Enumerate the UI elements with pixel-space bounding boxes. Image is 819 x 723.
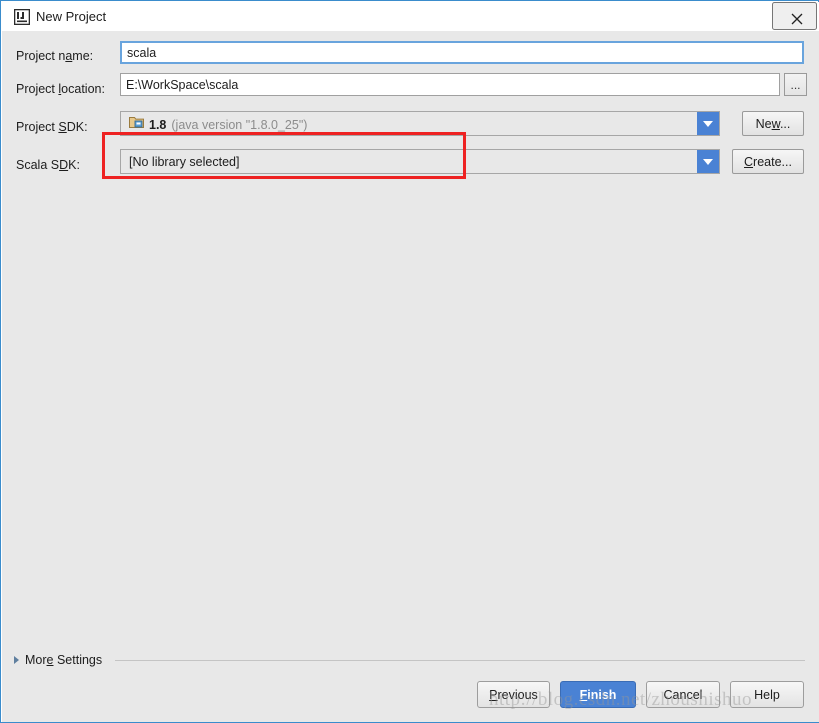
- project-sdk-value: 1.8 (java version "1.8.0_25"): [129, 115, 307, 134]
- more-settings-label: More Settings: [25, 653, 103, 667]
- scala-sdk-value: [No library selected]: [129, 155, 240, 169]
- more-settings-expander[interactable]: More Settings: [14, 652, 102, 668]
- dialog-title: New Project: [36, 9, 107, 24]
- project-sdk-label: Project SDK:: [16, 120, 88, 134]
- project-location-label: Project location:: [16, 82, 105, 96]
- new-sdk-button[interactable]: New...: [742, 111, 804, 136]
- dialog-content: Project name: Project location: ... Proj…: [2, 31, 819, 722]
- finish-button[interactable]: Finish: [560, 681, 636, 708]
- scala-sdk-label: Scala SDK:: [16, 158, 80, 172]
- cancel-button[interactable]: Cancel: [646, 681, 720, 708]
- intellij-idea-icon: [13, 8, 31, 26]
- chevron-down-icon[interactable]: [697, 150, 719, 173]
- create-scala-sdk-button[interactable]: Create...: [732, 149, 804, 174]
- project-location-input[interactable]: [120, 73, 780, 96]
- previous-button[interactable]: Previous: [477, 681, 550, 708]
- more-settings-separator: [115, 660, 805, 661]
- scala-sdk-combobox[interactable]: [No library selected]: [120, 149, 720, 174]
- project-sdk-detail: (java version "1.8.0_25"): [171, 117, 308, 132]
- help-button[interactable]: Help: [730, 681, 804, 708]
- project-name-input[interactable]: [120, 41, 804, 64]
- triangle-right-icon: [14, 656, 19, 664]
- project-name-label: Project name:: [16, 49, 94, 63]
- chevron-down-icon[interactable]: [697, 112, 719, 135]
- title-bar: New Project: [2, 2, 819, 31]
- jdk-folder-icon: [129, 115, 144, 134]
- project-sdk-combobox[interactable]: 1.8 (java version "1.8.0_25"): [120, 111, 720, 136]
- project-sdk-version: 1.8: [149, 117, 167, 132]
- close-icon[interactable]: [772, 2, 817, 30]
- new-project-dialog: New Project Project name: Project locati…: [0, 0, 819, 723]
- browse-folder-button[interactable]: ...: [784, 73, 807, 96]
